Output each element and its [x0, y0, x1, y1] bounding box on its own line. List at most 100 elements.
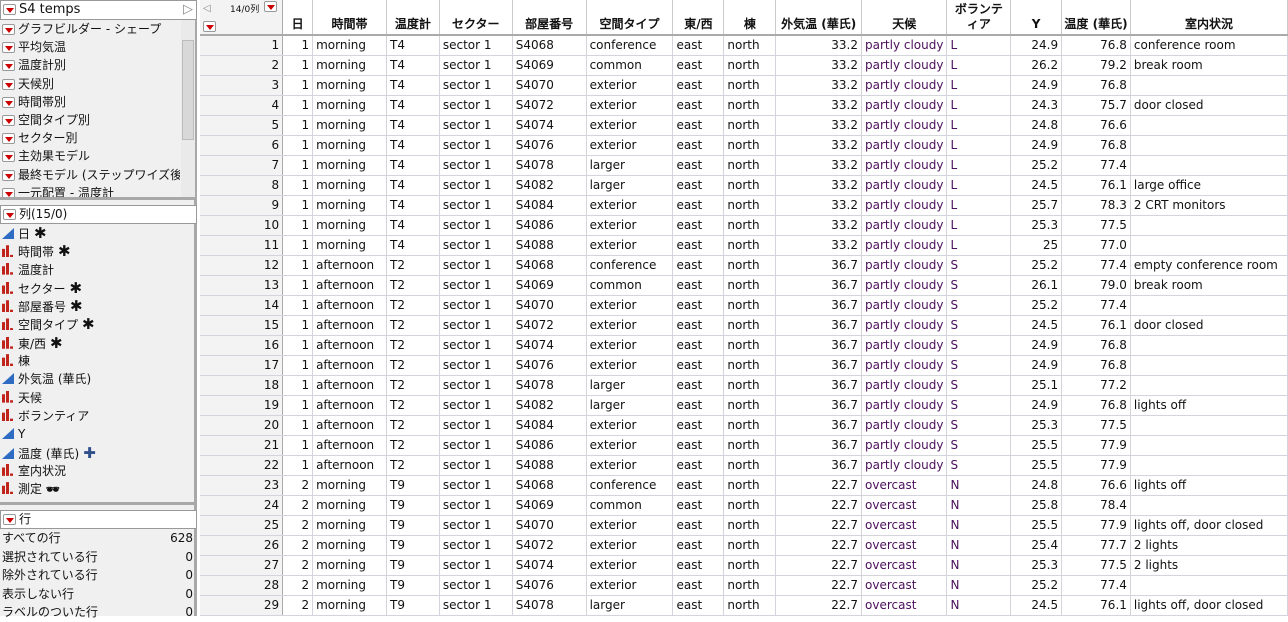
- table-row[interactable]: 29 2 morning T9 sector 1 S4078 larger east north…: [200, 595, 1288, 616]
- table-cell[interactable]: north: [723, 95, 777, 116]
- table-cell[interactable]: partly cloudy: [861, 235, 948, 256]
- table-cell[interactable]: east: [672, 335, 725, 356]
- table-cell[interactable]: S4082: [512, 395, 587, 416]
- table-cell[interactable]: sector 1: [439, 35, 513, 56]
- row-number[interactable]: 3: [200, 75, 284, 96]
- table-cell[interactable]: 22.7: [775, 495, 862, 516]
- column-header[interactable]: 外気温 (華氏): [775, 0, 862, 36]
- table-cell[interactable]: 2: [282, 595, 314, 616]
- table-cell[interactable]: 78.4: [1061, 495, 1131, 516]
- column-item[interactable]: セクター ✱: [0, 279, 197, 297]
- table-cell[interactable]: 36.7: [775, 355, 862, 376]
- table-cell[interactable]: east: [672, 455, 725, 476]
- table-cell[interactable]: north: [723, 115, 777, 136]
- table-cell[interactable]: east: [672, 235, 725, 256]
- table-row[interactable]: 12 1 afternoon T2 sector 1 S4068 conference eas…: [200, 255, 1288, 276]
- table-cell[interactable]: 1: [282, 455, 314, 476]
- row-number[interactable]: 5: [200, 115, 284, 136]
- table-cell[interactable]: 25.3: [1010, 415, 1063, 436]
- table-cell[interactable]: 1: [282, 375, 314, 396]
- table-cell[interactable]: north: [723, 595, 777, 616]
- column-item[interactable]: 時間帯 ✱: [0, 242, 197, 260]
- table-cell[interactable]: sector 1: [439, 115, 513, 136]
- table-cell[interactable]: [1130, 435, 1288, 456]
- row-number[interactable]: 17: [200, 355, 284, 376]
- table-cell[interactable]: conference room: [1130, 35, 1288, 56]
- column-item[interactable]: 棟: [0, 352, 197, 370]
- table-cell[interactable]: S4078: [512, 595, 587, 616]
- table-cell[interactable]: T2: [386, 455, 440, 476]
- table-cell[interactable]: S4086: [512, 435, 587, 456]
- table-cell[interactable]: east: [672, 35, 725, 56]
- table-cell[interactable]: 75.7: [1061, 95, 1131, 116]
- table-cell[interactable]: 24.5: [1010, 315, 1063, 336]
- table-cell[interactable]: 22.7: [775, 475, 862, 496]
- table-cell[interactable]: east: [672, 75, 725, 96]
- table-cell[interactable]: S: [946, 415, 1012, 436]
- table-cell[interactable]: 1: [282, 415, 314, 436]
- table-cell[interactable]: partly cloudy: [861, 295, 948, 316]
- table-cell[interactable]: N: [946, 535, 1012, 556]
- column-item[interactable]: ボランティア: [0, 407, 197, 425]
- table-cell[interactable]: 22.7: [775, 575, 862, 596]
- table-cell[interactable]: 79.0: [1061, 275, 1131, 296]
- table-cell[interactable]: afternoon: [312, 375, 388, 396]
- table-cell[interactable]: 24.5: [1010, 175, 1063, 196]
- table-cell[interactable]: 33.2: [775, 35, 862, 56]
- table-cell[interactable]: S4082: [512, 175, 587, 196]
- row-number[interactable]: 2: [200, 55, 284, 76]
- table-cell[interactable]: exterior: [586, 435, 674, 456]
- table-cell[interactable]: T2: [386, 415, 440, 436]
- table-cell[interactable]: L: [946, 215, 1012, 236]
- red-triangle-menu-icon[interactable]: [2, 96, 15, 108]
- table-cell[interactable]: exterior: [586, 415, 674, 436]
- red-triangle-menu-icon[interactable]: [2, 78, 15, 90]
- table-cell[interactable]: S4088: [512, 455, 587, 476]
- table-row[interactable]: 10 1 morning T4 sector 1 S4086 exterior east nor…: [200, 215, 1288, 236]
- table-cell[interactable]: partly cloudy: [861, 215, 948, 236]
- table-cell[interactable]: north: [723, 55, 777, 76]
- table-cell[interactable]: partly cloudy: [861, 175, 948, 196]
- table-cell[interactable]: east: [672, 535, 725, 556]
- table-cell[interactable]: 1: [282, 35, 314, 56]
- table-cell[interactable]: east: [672, 135, 725, 156]
- table-cell[interactable]: partly cloudy: [861, 195, 948, 216]
- table-cell[interactable]: sector 1: [439, 55, 513, 76]
- table-cell[interactable]: 33.2: [775, 155, 862, 176]
- table-cell[interactable]: overcast: [861, 595, 948, 616]
- table-cell[interactable]: 22.7: [775, 595, 862, 616]
- table-cell[interactable]: 24.9: [1010, 35, 1063, 56]
- column-header[interactable]: 時間帯: [312, 0, 388, 36]
- row-number[interactable]: 21: [200, 435, 284, 456]
- table-cell[interactable]: 24.9: [1010, 135, 1063, 156]
- table-cell[interactable]: [1130, 155, 1288, 176]
- table-cell[interactable]: break room: [1130, 275, 1288, 296]
- table-cell[interactable]: sector 1: [439, 255, 513, 276]
- table-cell[interactable]: sector 1: [439, 415, 513, 436]
- table-cell[interactable]: north: [723, 535, 777, 556]
- table-cell[interactable]: north: [723, 35, 777, 56]
- table-cell[interactable]: 1: [282, 75, 314, 96]
- table-cell[interactable]: sector 1: [439, 315, 513, 336]
- row-number[interactable]: 20: [200, 415, 284, 436]
- table-cell[interactable]: 1: [282, 135, 314, 156]
- table-cell[interactable]: 24.8: [1010, 475, 1063, 496]
- table-row[interactable]: 22 1 afternoon T2 sector 1 S4088 exterior east n…: [200, 455, 1288, 476]
- table-cell[interactable]: partly cloudy: [861, 435, 948, 456]
- table-cell[interactable]: exterior: [586, 555, 674, 576]
- table-cell[interactable]: 76.8: [1061, 335, 1131, 356]
- table-row[interactable]: 3 1 morning T4 sector 1 S4070 exterior east nort…: [200, 75, 1288, 96]
- table-cell[interactable]: T9: [386, 555, 440, 576]
- table-cell[interactable]: T2: [386, 435, 440, 456]
- table-cell[interactable]: N: [946, 515, 1012, 536]
- table-cell[interactable]: north: [723, 555, 777, 576]
- table-cell[interactable]: exterior: [586, 95, 674, 116]
- table-cell[interactable]: north: [723, 495, 777, 516]
- table-cell[interactable]: sector 1: [439, 595, 513, 616]
- table-cell[interactable]: 2: [282, 555, 314, 576]
- table-cell[interactable]: 25.5: [1010, 435, 1063, 456]
- table-cell[interactable]: exterior: [586, 315, 674, 336]
- rows-menu-icon[interactable]: [203, 21, 216, 32]
- table-row[interactable]: 17 1 afternoon T2 sector 1 S4076 exterior east n…: [200, 355, 1288, 376]
- table-cell[interactable]: morning: [312, 535, 388, 556]
